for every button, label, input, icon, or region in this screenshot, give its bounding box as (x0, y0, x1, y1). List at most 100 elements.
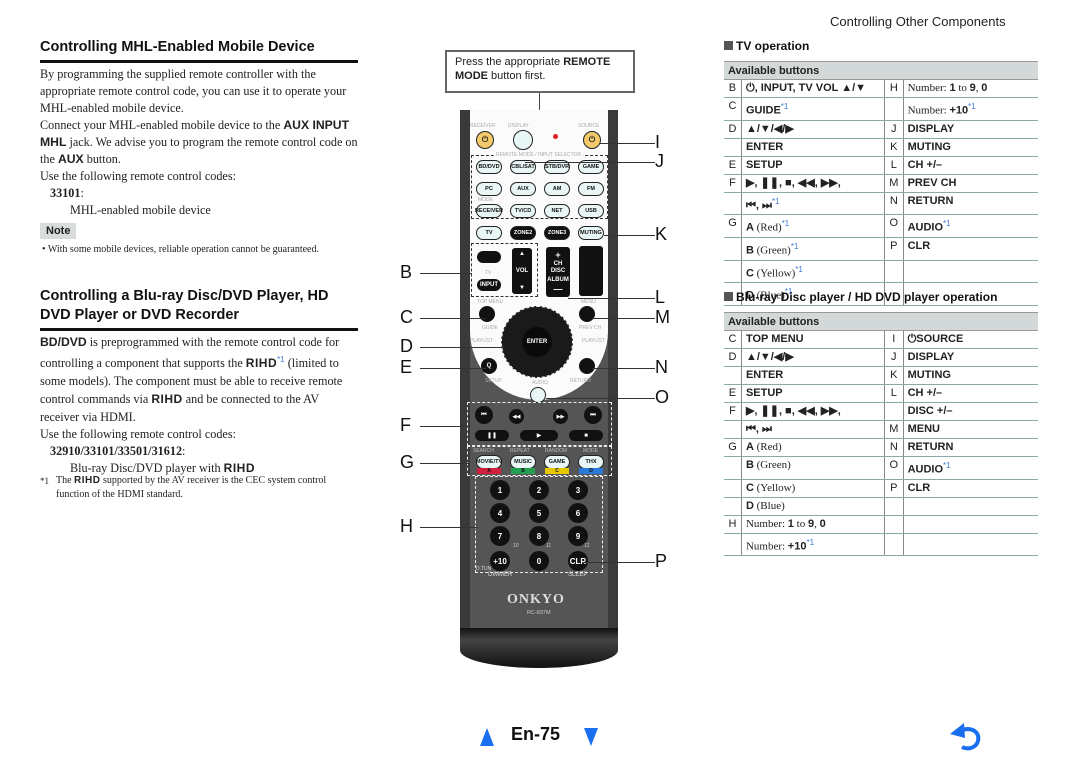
stop-button[interactable]: ■ (569, 430, 603, 441)
label-random: RANDOM (545, 448, 568, 454)
row-value-left: ▶, ❚❚, ■, ◀◀, ▶▶, (741, 174, 886, 193)
color-key-b[interactable]: B (511, 468, 535, 474)
remote-btn-fm[interactable]: FM (578, 182, 604, 196)
rihd-logo: RIHD (223, 461, 256, 476)
remote-btn-net[interactable]: NET (544, 204, 570, 218)
enter-button[interactable]: ENTER (522, 327, 552, 357)
callout-letter-h: H (400, 516, 413, 536)
number-button[interactable]: CLR (568, 551, 588, 571)
movie-tv-button[interactable]: MOVIE/TV (476, 455, 502, 469)
table-row: H Number: 1 to 9, 0 (724, 515, 1038, 534)
table-row: ENTER K MUTING (724, 138, 1038, 157)
remote-btn-usb[interactable]: USB (578, 204, 604, 218)
brand-logo: ONKYO (507, 592, 565, 607)
fast-forward-button[interactable]: ▶▶ (553, 409, 568, 424)
table-row: GA (Red) N RETURN (724, 438, 1038, 457)
ch-disc-rocker[interactable]: + CH DISC ALBUM — (546, 247, 570, 297)
audio-button[interactable] (530, 387, 546, 403)
row-value-right: AUDIO*1 (903, 456, 1038, 480)
rewind-button[interactable]: ◀◀ (509, 409, 524, 424)
row-key-right: L (884, 384, 904, 403)
pause-button[interactable]: ❚❚ (475, 430, 509, 441)
row-key-left: E (724, 156, 742, 175)
callout-leader-line (420, 273, 472, 274)
dpad[interactable]: ENTER (501, 306, 573, 378)
prev-page-triangle-icon[interactable] (480, 728, 494, 746)
row-value-left: Number: +10*1 (741, 533, 886, 557)
mhl-p2: Connect your MHL-enabled mobile device t… (40, 118, 358, 166)
rihd-logo: RIHD (245, 356, 278, 371)
row-value-left: SETUP (741, 156, 886, 175)
q-setup-button[interactable]: Q (481, 358, 497, 374)
number-button[interactable]: 5 (529, 503, 549, 523)
label-guide: GUIDE (482, 325, 498, 331)
number-button[interactable]: 2 (529, 480, 549, 500)
page-number: En-75 (511, 724, 561, 744)
receiver-power-button[interactable]: ⏻ (476, 131, 494, 149)
number-button[interactable]: 0 (529, 551, 549, 571)
row-key-right: I (884, 330, 904, 349)
callout-leader-line (420, 318, 486, 319)
color-key-c[interactable]: C (545, 468, 569, 474)
number-button[interactable]: 3 (568, 480, 588, 500)
top-menu-button[interactable] (479, 306, 495, 322)
row-value-right: AUDIO*1 (903, 214, 1038, 238)
number-button[interactable]: 6 (568, 503, 588, 523)
row-key-left (724, 237, 742, 261)
input-button[interactable]: INPUT (477, 279, 501, 291)
remote-btn-tv[interactable]: TV (476, 226, 502, 240)
source-power-button[interactable]: ⏻ (583, 131, 601, 149)
remote-btn-bd-dvd[interactable]: BD/DVD (476, 160, 502, 174)
row-value-left: ⏻, INPUT, TV VOL ▲/▼ (741, 79, 886, 98)
number-button[interactable]: +10 (490, 551, 510, 571)
row-value-right: RETURN (903, 192, 1038, 216)
remote-btn-zone2[interactable]: ZONE2 (510, 226, 536, 240)
display-button[interactable] (513, 130, 533, 150)
table-row: C TOP MENU I ⏻SOURCE (724, 330, 1038, 349)
row-key-right (884, 97, 904, 121)
thx-button[interactable]: THX (578, 455, 604, 469)
play-button[interactable]: ▶ (520, 430, 558, 441)
table-row: B (Green) O AUDIO*1 (724, 456, 1038, 480)
color-key-a[interactable]: A (477, 468, 501, 474)
row-value-right: MUTING (903, 366, 1038, 385)
remote-bottom-edge (460, 628, 618, 668)
return-button[interactable] (579, 358, 595, 374)
label-audio: AUDIO (532, 380, 548, 386)
row-key-left (724, 533, 742, 557)
row-value-right: Number: +10*1 (903, 97, 1038, 121)
tv-power-button[interactable] (477, 251, 501, 263)
remote-btn-am[interactable]: AM (544, 182, 570, 196)
row-key-left (724, 192, 742, 216)
next-page-triangle-icon[interactable] (584, 728, 598, 746)
callout-letter-l: L (655, 287, 666, 307)
back-return-arrow-icon[interactable] (948, 722, 984, 752)
remote-btn-receiver[interactable]: RECEIVER (475, 204, 503, 218)
label-sleep: SLEEP (568, 572, 588, 578)
table-header: Available buttons (724, 61, 1038, 80)
table-row: D ▲/▼/◀/▶ J DISPLAY (724, 348, 1038, 367)
remote-btn-muting[interactable]: MUTING (578, 226, 604, 240)
table-row: D (Blue) (724, 497, 1038, 516)
remote-btn-zone3[interactable]: ZONE3 (544, 226, 570, 240)
remote-btn-pc[interactable]: PC (476, 182, 502, 196)
remote-btn-tv-cd[interactable]: TV/CD (510, 204, 536, 218)
skip-forward-button[interactable]: ⏭ (584, 406, 602, 424)
number-button[interactable]: 1 (490, 480, 510, 500)
number-button[interactable]: 4 (490, 503, 510, 523)
color-key-d[interactable]: D (579, 468, 603, 474)
game-mode-button[interactable]: GAME (544, 455, 570, 469)
table-row: C (Yellow) P CLR (724, 479, 1038, 498)
vol-rocker[interactable] (579, 246, 603, 296)
row-key-right (884, 533, 904, 557)
tv-vol-rocker[interactable]: ▲ VOL ▼ (512, 248, 532, 294)
number-button[interactable]: 7 (490, 526, 510, 546)
table-row: E SETUP L CH +/– (724, 384, 1038, 403)
model-number: RC-837M (527, 610, 551, 616)
menu-button[interactable] (579, 306, 595, 322)
music-button[interactable]: MUSIC (510, 455, 536, 469)
table-row: B (Green)*1 P CLR (724, 237, 1038, 261)
remote-btn-aux[interactable]: AUX (510, 182, 536, 196)
row-value-right: CH +/– (903, 384, 1038, 403)
skip-back-button[interactable]: ⏮ (475, 406, 493, 424)
